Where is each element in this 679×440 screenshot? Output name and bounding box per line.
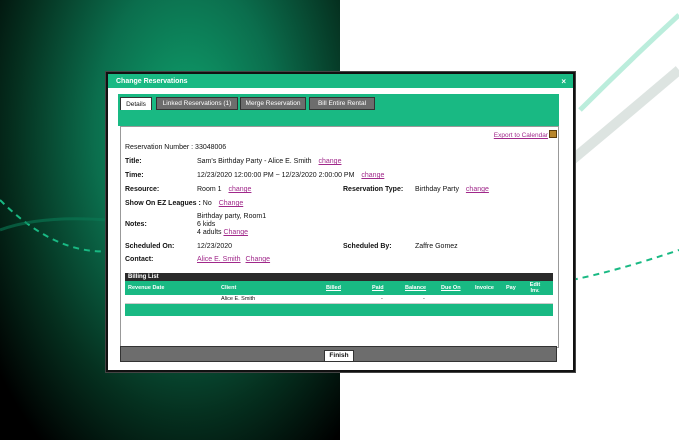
- dashed-curve-right: [571, 249, 679, 281]
- reservation-type-value: Birthday Party: [415, 186, 459, 193]
- dialog-title: Change Reservations: [116, 77, 188, 85]
- billing-list-title: Billing List: [125, 273, 553, 281]
- reservation-type-row: Birthday Party change: [415, 186, 489, 193]
- details-panel: Export to Calendar Reservation Number : …: [120, 126, 559, 348]
- reservation-number-row: Reservation Number : 33048006: [125, 144, 226, 151]
- table-row: Alice E. Smith - -: [125, 295, 553, 304]
- col-revenue-date: Revenue Date: [128, 285, 165, 291]
- notes-line-2: 6 kids: [197, 221, 216, 228]
- billing-list: Billing List Revenue Date Client Billed …: [125, 273, 553, 316]
- ez-leagues-change-link[interactable]: Change: [219, 200, 244, 207]
- col-invoice: Invoice: [475, 285, 494, 291]
- ez-leagues-label: Show On EZ Leagues :: [125, 200, 201, 207]
- ez-leagues-row: Show On EZ Leagues : No Change: [125, 200, 243, 207]
- title-row: Sam's Birthday Party - Alice E. Smith ch…: [197, 158, 341, 165]
- tab-merge-reservation[interactable]: Merge Reservation: [240, 97, 306, 110]
- time-value: 12/23/2020 12:00:00 PM ~ 12/23/2020 2:00…: [197, 172, 355, 179]
- tab-details[interactable]: Details: [120, 97, 152, 110]
- footer-bar: Finish: [120, 346, 557, 362]
- reservation-number-label: Reservation Number :: [125, 144, 194, 151]
- tab-linked-reservations[interactable]: Linked Reservations (1): [156, 97, 238, 110]
- row-balance: -: [423, 296, 425, 302]
- col-client: Client: [221, 285, 237, 291]
- billing-footer: [125, 304, 553, 316]
- close-icon[interactable]: ×: [561, 77, 566, 86]
- reservation-type-change-link[interactable]: change: [466, 186, 489, 193]
- scheduled-on-label: Scheduled On:: [125, 243, 175, 250]
- curve-right-mint: [578, 13, 679, 112]
- dialog-titlebar: Change Reservations ×: [108, 74, 573, 88]
- reservation-type-label: Reservation Type:: [343, 186, 404, 193]
- notes-label: Notes:: [125, 221, 147, 228]
- scheduled-by-label: Scheduled By:: [343, 243, 392, 250]
- reservation-number-value: 33048006: [195, 144, 227, 151]
- title-change-link[interactable]: change: [319, 158, 342, 165]
- title-label: Title:: [125, 158, 142, 165]
- contact-label: Contact:: [125, 256, 154, 263]
- notes-change-link[interactable]: Change: [223, 229, 248, 236]
- notes-line-1: Birthday party, Room1: [197, 213, 267, 220]
- resource-label: Resource:: [125, 186, 160, 193]
- contact-row: Alice E. Smith Change: [197, 256, 270, 263]
- billing-header-row: Revenue Date Client Billed Paid Balance …: [125, 281, 553, 295]
- notes-line-3: 4 adults: [197, 229, 222, 236]
- row-paid: -: [381, 296, 383, 302]
- resource-value: Room 1: [197, 186, 222, 193]
- col-paid[interactable]: Paid: [372, 285, 384, 291]
- export-to-calendar-link[interactable]: Export to Calendar: [494, 132, 548, 139]
- finish-button[interactable]: Finish: [324, 350, 354, 362]
- contact-change-link[interactable]: Change: [246, 256, 271, 263]
- change-reservations-dialog: Change Reservations × Details Linked Res…: [106, 72, 575, 372]
- tab-bill-entire-rental[interactable]: Bill Entire Rental: [309, 97, 375, 110]
- title-value: Sam's Birthday Party - Alice E. Smith: [197, 158, 312, 165]
- col-billed[interactable]: Billed: [326, 285, 341, 291]
- resource-row: Room 1 change: [197, 186, 251, 193]
- curve-right-grey: [568, 66, 679, 164]
- col-edit-inv: Edit Inv.: [529, 282, 541, 294]
- col-balance[interactable]: Balance: [405, 285, 426, 291]
- curve-left-dark: [0, 217, 109, 232]
- time-change-link[interactable]: change: [361, 172, 384, 179]
- resource-change-link[interactable]: change: [228, 186, 251, 193]
- time-row: 12/23/2020 12:00:00 PM ~ 12/23/2020 2:00…: [197, 172, 384, 179]
- row-client: Alice E. Smith: [221, 296, 256, 302]
- ez-leagues-value: No: [202, 200, 212, 207]
- scheduled-by-value: Zaffre Gomez: [415, 243, 458, 250]
- notes-line-3-row: 4 adults Change: [197, 229, 248, 236]
- col-due-on[interactable]: Due On: [441, 285, 461, 291]
- calendar-icon[interactable]: [549, 130, 557, 138]
- time-label: Time:: [125, 172, 144, 179]
- col-pay: Pay: [506, 285, 516, 291]
- tab-panel-header: [118, 110, 559, 126]
- contact-name-link[interactable]: Alice E. Smith: [197, 256, 241, 263]
- scheduled-on-value: 12/23/2020: [197, 243, 233, 250]
- tab-bar: Details Linked Reservations (1) Merge Re…: [118, 94, 559, 110]
